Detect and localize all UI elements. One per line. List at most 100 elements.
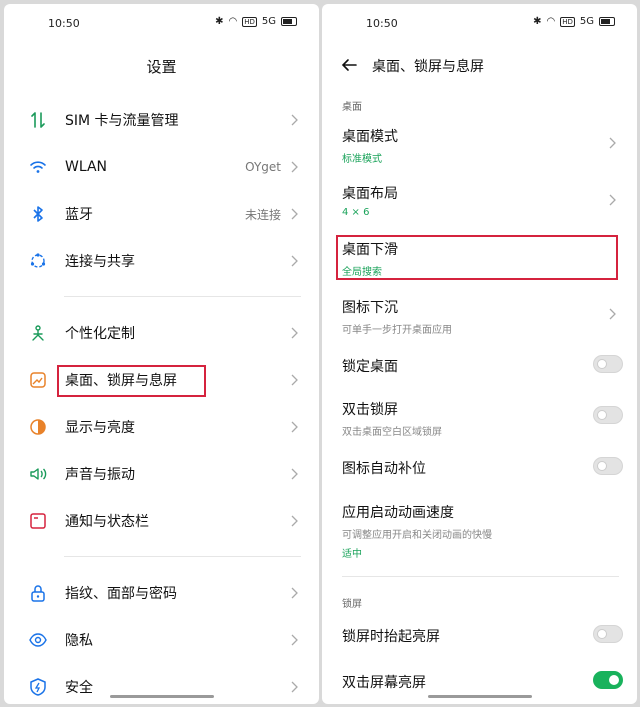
chevron-right-icon [291, 255, 298, 267]
personalization-icon [28, 323, 48, 343]
raise-to-wake-toggle[interactable] [593, 625, 623, 643]
setting-icon-sink[interactable]: 图标下沉 可单手一步打开桌面应用 [342, 297, 637, 336]
setting-desktop-mode[interactable]: 桌面模式 标准模式 [342, 126, 637, 165]
status-time: 10:50 [48, 17, 80, 30]
chevron-right-icon [291, 515, 298, 527]
desktop-lockscreen-screen: 10:50 ✱ ◠ HD 5G 桌面、锁屏与息屏 桌面 桌面模式 标准模式 桌面… [322, 4, 637, 704]
setting-description: 可单手一步打开桌面应用 [342, 325, 452, 336]
chevron-right-icon [291, 681, 298, 693]
status-icons: ✱ ◠ HD 5G [215, 16, 297, 27]
setting-value: 适中 [342, 549, 362, 560]
chevron-right-icon [609, 137, 616, 149]
setting-description: 可调整应用开启和关闭动画的快慢 [342, 530, 492, 541]
settings-item-label: 指纹、面部与密码 [65, 586, 177, 602]
chevron-right-icon [291, 634, 298, 646]
speaker-icon [28, 464, 48, 484]
wifi-status-icon: ◠ [546, 16, 556, 27]
setting-desktop-layout[interactable]: 桌面布局 4 × 6 [342, 183, 637, 218]
section-header-desktop: 桌面 [342, 102, 362, 113]
icon-autofill-toggle[interactable] [593, 457, 623, 475]
setting-description: 双击桌面空白区域锁屏 [342, 427, 442, 438]
bluetooth-icon [28, 204, 48, 224]
chevron-right-icon [291, 374, 298, 386]
setting-title: 桌面布局 [342, 186, 398, 202]
section-divider [342, 576, 619, 577]
settings-item-personalization[interactable]: 个性化定制 [4, 311, 319, 355]
signal-status-icon: 5G [579, 16, 594, 27]
chevron-right-icon [291, 114, 298, 126]
settings-item-label: 通知与状态栏 [65, 514, 149, 530]
setting-title: 桌面模式 [342, 129, 398, 145]
lock-icon [28, 583, 48, 603]
chevron-right-icon [291, 587, 298, 599]
notification-icon [28, 511, 48, 531]
wlan-value: OYget [245, 160, 281, 174]
double-tap-wake-toggle[interactable] [593, 671, 623, 689]
bluetooth-status-icon: ✱ [533, 16, 542, 27]
highlight-box [336, 235, 618, 280]
settings-item-label: 隐私 [65, 633, 93, 649]
settings-item-label: SIM 卡与流量管理 [65, 113, 179, 129]
double-tap-lock-toggle[interactable] [593, 406, 623, 424]
settings-item-label: 声音与振动 [65, 467, 135, 483]
setting-value: 标准模式 [342, 154, 382, 165]
hd-badge: HD [560, 16, 575, 27]
brightness-icon [28, 417, 48, 437]
setting-animation-speed[interactable]: 应用启动动画速度 可调整应用开启和关闭动画的快慢 适中 [342, 502, 637, 560]
status-bar: 10:50 ✱ ◠ HD 5G [4, 4, 319, 44]
battery-icon [281, 17, 297, 26]
settings-item-label: 安全 [65, 680, 93, 696]
wallpaper-icon [28, 370, 48, 390]
status-bar: 10:50 ✱ ◠ HD 5G [322, 4, 637, 44]
settings-item-label: WLAN [65, 159, 108, 175]
page-title: 设置 [146, 58, 177, 76]
chevron-right-icon [291, 161, 298, 173]
bluetooth-status-icon: ✱ [215, 16, 224, 27]
chevron-right-icon [609, 194, 616, 206]
chevron-right-icon [609, 308, 616, 320]
home-indicator[interactable] [109, 695, 214, 698]
settings-item-label: 蓝牙 [65, 207, 93, 223]
settings-item-wlan[interactable]: WLAN OYget [4, 145, 319, 189]
settings-item-security[interactable]: 安全 [4, 665, 319, 704]
settings-item-label: 连接与共享 [65, 254, 135, 270]
setting-title: 应用启动动画速度 [342, 505, 454, 521]
data-transfer-icon [28, 110, 48, 130]
setting-value: 4 × 6 [342, 207, 370, 218]
signal-status-icon: 5G [261, 16, 276, 27]
section-divider [64, 556, 301, 557]
settings-item-display[interactable]: 显示与亮度 [4, 405, 319, 449]
settings-item-sim[interactable]: SIM 卡与流量管理 [4, 98, 319, 142]
chevron-right-icon [291, 421, 298, 433]
settings-item-label: 显示与亮度 [65, 420, 135, 436]
settings-item-label: 个性化定制 [65, 326, 135, 342]
settings-item-notifications[interactable]: 通知与状态栏 [4, 499, 319, 543]
section-header-lockscreen: 锁屏 [342, 599, 362, 610]
hd-badge: HD [242, 16, 257, 27]
wifi-status-icon: ◠ [228, 16, 238, 27]
status-time: 10:50 [366, 17, 398, 30]
section-divider [64, 296, 301, 297]
chevron-right-icon [291, 208, 298, 220]
settings-item-bluetooth[interactable]: 蓝牙 未连接 [4, 192, 319, 236]
chevron-right-icon [291, 327, 298, 339]
settings-screen: 10:50 ✱ ◠ HD 5G 设置 SIM 卡与流量管理 WLAN OYget… [4, 4, 319, 704]
battery-icon [599, 17, 615, 26]
privacy-eye-icon [28, 630, 48, 650]
settings-item-privacy[interactable]: 隐私 [4, 618, 319, 662]
settings-item-fingerprint[interactable]: 指纹、面部与密码 [4, 571, 319, 615]
status-icons: ✱ ◠ HD 5G [533, 16, 615, 27]
bluetooth-value: 未连接 [244, 207, 281, 222]
wifi-icon [28, 157, 48, 177]
back-arrow-icon[interactable] [340, 56, 358, 74]
shield-icon [28, 677, 48, 697]
share-icon [28, 251, 48, 271]
setting-title: 图标下沉 [342, 300, 398, 316]
settings-item-sound[interactable]: 声音与振动 [4, 452, 319, 496]
lock-desktop-toggle[interactable] [593, 355, 623, 373]
page-title: 桌面、锁屏与息屏 [372, 59, 484, 75]
settings-item-connection[interactable]: 连接与共享 [4, 239, 319, 283]
chevron-right-icon [291, 468, 298, 480]
home-indicator[interactable] [427, 695, 532, 698]
highlight-box [57, 365, 206, 397]
